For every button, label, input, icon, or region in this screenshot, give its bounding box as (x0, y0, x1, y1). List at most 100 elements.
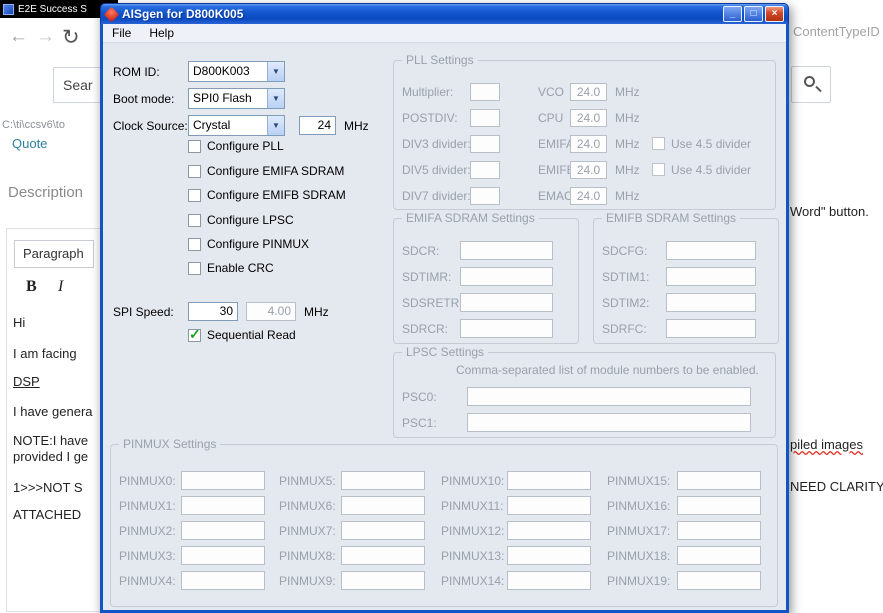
pll-input-div7-divider[interactable] (470, 187, 500, 205)
checkbox-enable-crc[interactable] (188, 262, 201, 275)
pinmux-label-pinmux19: PINMUX19: (607, 574, 671, 588)
clock-mhz-input[interactable]: 24 (299, 116, 336, 135)
emifb-label-sdcfg: SDCFG: (602, 244, 648, 258)
pinmux-input-pinmux2[interactable] (181, 521, 265, 540)
pinmux-input-pinmux6[interactable] (341, 496, 425, 515)
pinmux-input-pinmux11[interactable] (507, 496, 591, 515)
emifb-input-sdrfc[interactable] (666, 319, 756, 338)
pinmux-input-pinmux3[interactable] (181, 546, 265, 565)
chevron-down-icon[interactable]: ▼ (267, 62, 284, 81)
refresh-icon[interactable]: ↻ (62, 25, 80, 50)
screen: E2E Success S ← → ↻ Sear ContentTypeID C… (0, 0, 883, 613)
pll-input-multiplier[interactable] (470, 83, 500, 101)
emifb-input-sdtim2[interactable] (666, 293, 756, 312)
pll-group: PLL Settings Multiplier: VCO 24.0 MHz POSTDI… (393, 53, 776, 210)
checkbox-configure-emifb-sdram[interactable] (188, 189, 201, 202)
menu-file[interactable]: File (103, 24, 140, 42)
pinmux-input-pinmux15[interactable] (677, 471, 761, 490)
checkbox-configure-pinmux[interactable] (188, 238, 201, 251)
divider-label: Use 4.5 divider (671, 137, 752, 151)
spi-actual-speed-field: 4.00 (246, 302, 296, 321)
use-divider-checkbox-emifa[interactable] (652, 137, 665, 150)
emifa-input-sdtimr[interactable] (460, 267, 553, 286)
emifa-input-sdsretr[interactable] (460, 293, 553, 312)
boot-mode-select[interactable]: SPI0 Flash ▼ (188, 88, 285, 109)
pinmux-input-pinmux10[interactable] (507, 471, 591, 490)
close-button[interactable]: × (765, 6, 784, 22)
pinmux-group-title: PINMUX Settings (119, 437, 221, 451)
browser-window-title: E2E Success S (18, 3, 87, 15)
checkbox-configure-lpsc[interactable] (188, 214, 201, 227)
boot-mode-value: SPI0 Flash (193, 91, 252, 105)
pinmux-input-pinmux7[interactable] (341, 521, 425, 540)
pinmux-label-pinmux5: PINMUX5: (279, 474, 336, 488)
pll-out-label-vco: VCO (538, 85, 565, 99)
pll-input-postdiv[interactable] (470, 109, 500, 127)
pinmux-group: PINMUX Settings PINMUX0: PINMUX1: PINMUX2:… (110, 437, 778, 607)
pinmux-input-pinmux1[interactable] (181, 496, 265, 515)
forward-arrow-icon[interactable]: → (36, 26, 55, 48)
pinmux-input-pinmux19[interactable] (677, 571, 761, 590)
pinmux-input-pinmux9[interactable] (341, 571, 425, 590)
pinmux-input-pinmux5[interactable] (341, 471, 425, 490)
pll-group-title: PLL Settings (402, 53, 478, 67)
paragraph-style-button[interactable]: Paragraph (14, 240, 94, 268)
emifa-input-sdrcr[interactable] (460, 319, 553, 338)
bold-button[interactable]: B (26, 278, 37, 296)
spi-speed-input[interactable]: 30 (188, 302, 238, 321)
emifa-label-sdrcr: SDRCR: (402, 322, 449, 336)
menu-help[interactable]: Help (140, 24, 183, 42)
italic-button[interactable]: I (58, 278, 63, 296)
checkbox-label-configure-lpsc: Configure LPSC (207, 213, 294, 227)
checkbox-configure-emifa-sdram[interactable] (188, 165, 201, 178)
emifa-input-sdcr[interactable] (460, 241, 553, 260)
pinmux-input-pinmux12[interactable] (507, 521, 591, 540)
menu-bar: File Help (103, 24, 786, 43)
pinmux-label-pinmux14: PINMUX14: (441, 574, 505, 588)
pinmux-label-pinmux3: PINMUX3: (119, 549, 176, 563)
pinmux-input-pinmux4[interactable] (181, 571, 265, 590)
emifb-label-sdrfc: SDRFC: (602, 322, 647, 336)
pinmux-input-pinmux0[interactable] (181, 471, 265, 490)
pll-out-value-emifb: 24.0 (570, 161, 607, 179)
chevron-down-icon[interactable]: ▼ (267, 116, 284, 135)
chevron-down-icon[interactable]: ▼ (267, 89, 284, 108)
pinmux-input-pinmux16[interactable] (677, 496, 761, 515)
maximize-button[interactable]: □ (744, 6, 763, 22)
pinmux-label-pinmux9: PINMUX9: (279, 574, 336, 588)
checkbox-configure-pll[interactable] (188, 140, 201, 153)
lpsc-input-psc0[interactable] (467, 387, 751, 406)
checkbox-sequential-read[interactable]: ✓ (188, 326, 201, 342)
pinmux-input-pinmux13[interactable] (507, 546, 591, 565)
emifb-label-sdtim1: SDTIM1: (602, 270, 650, 284)
emifb-input-sdcfg[interactable] (666, 241, 756, 260)
pinmux-input-pinmux14[interactable] (507, 571, 591, 590)
rom-id-value: D800K003 (193, 64, 250, 78)
quote-link[interactable]: Quote (12, 136, 47, 151)
emifb-input-sdtim1[interactable] (666, 267, 756, 286)
pinmux-input-pinmux18[interactable] (677, 546, 761, 565)
back-arrow-icon[interactable]: ← (9, 26, 28, 48)
clock-source-select[interactable]: Crystal ▼ (188, 115, 285, 136)
lpsc-group: LPSC Settings Comma-separated list of mo… (393, 345, 776, 438)
pinmux-label-pinmux11: PINMUX11: (441, 499, 504, 513)
pll-out-value-cpu: 24.0 (570, 109, 607, 127)
dialog-client: File Help ROM ID: D800K003 ▼ Boot mode: S… (103, 24, 786, 610)
use-divider-checkbox-emifb[interactable] (652, 163, 665, 176)
pinmux-label-pinmux8: PINMUX8: (279, 549, 336, 563)
pll-input-div3-divider[interactable] (470, 135, 500, 153)
pll-input-div5-divider[interactable] (470, 161, 500, 179)
dialog-titlebar[interactable]: AISgen for D800K005 _ □ × (100, 3, 789, 24)
pinmux-input-pinmux17[interactable] (677, 521, 761, 540)
lpsc-input-psc1[interactable] (467, 413, 751, 432)
pll-row-label-div7-divider: DIV7 divider: (402, 189, 471, 203)
pinmux-label-pinmux0: PINMUX0: (119, 474, 176, 488)
search-button[interactable] (791, 66, 831, 103)
pinmux-label-pinmux16: PINMUX16: (607, 499, 671, 513)
mhz-unit-label: MHz (615, 189, 640, 203)
pinmux-input-pinmux8[interactable] (341, 546, 425, 565)
post-text-fragment-misspelled: piled images (790, 437, 863, 452)
check-icon: ✓ (189, 326, 201, 342)
rom-id-select[interactable]: D800K003 ▼ (188, 61, 285, 82)
minimize-button[interactable]: _ (723, 6, 742, 22)
